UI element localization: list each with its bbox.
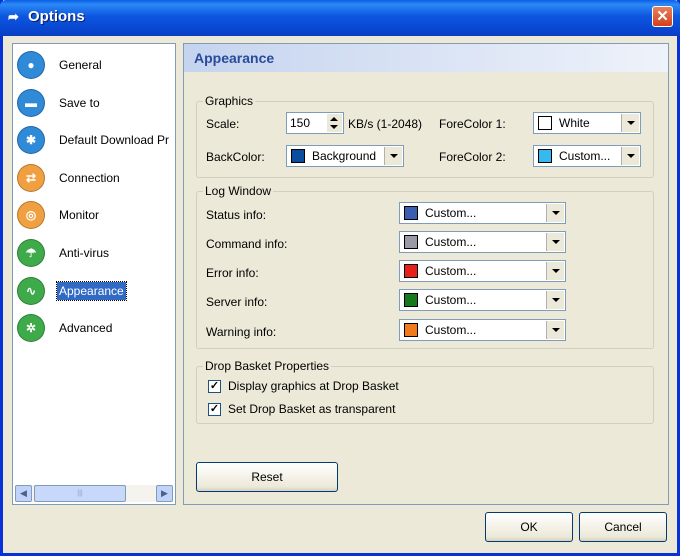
combo-value: Custom... xyxy=(425,264,477,278)
reset-button[interactable]: Reset xyxy=(196,462,338,492)
drop-basket-group: Drop Basket Properties ✓ Display graphic… xyxy=(196,359,654,424)
spin-arrows[interactable] xyxy=(327,114,342,132)
category-list[interactable]: ● General ▬ Save to ✱ Default Download P… xyxy=(12,43,176,505)
group-title: Graphics xyxy=(203,94,256,108)
chevron-down-icon[interactable] xyxy=(546,291,564,309)
combo-value: Custom... xyxy=(425,235,477,249)
status-info-label: Status info: xyxy=(206,208,267,222)
sidebar-item-save-to[interactable]: ▬ Save to xyxy=(17,87,102,119)
sidebar-item-label: Anti-virus xyxy=(59,246,110,260)
title-bar[interactable]: ➦ Options ✕ xyxy=(0,0,680,36)
chevron-down-icon[interactable] xyxy=(546,262,564,280)
scroll-left-button[interactable]: ◀ xyxy=(15,485,32,502)
sidebar-item-label: Advanced xyxy=(59,321,113,335)
status-info-select[interactable]: Custom... xyxy=(399,202,566,224)
display-graphics-label[interactable]: Display graphics at Drop Basket xyxy=(228,379,399,393)
appearance-icon: ∿ xyxy=(17,277,45,305)
transparent-label[interactable]: Set Drop Basket as transparent xyxy=(228,402,395,416)
connection-icon: ⇄ xyxy=(17,164,45,192)
forecolor2-label: ForeColor 2: xyxy=(439,150,506,164)
user-icon: ● xyxy=(17,51,45,79)
forecolor2-select[interactable]: Custom... xyxy=(533,145,641,167)
wheel-icon: ✲ xyxy=(17,314,45,342)
combo-value: Background xyxy=(312,149,377,163)
error-info-label: Error info: xyxy=(206,266,259,280)
transparent-checkbox[interactable]: ✓ xyxy=(208,403,221,416)
asterisk-icon: ✱ xyxy=(17,126,45,154)
sidebar-item-appearance[interactable]: ∿ Appearance xyxy=(17,275,127,307)
warning-info-label: Warning info: xyxy=(206,325,277,339)
chevron-down-icon[interactable] xyxy=(384,147,402,165)
color-swatch xyxy=(291,149,305,163)
forecolor1-label: ForeColor 1: xyxy=(439,117,506,131)
sidebar-item-advanced[interactable]: ✲ Advanced xyxy=(17,312,114,344)
color-swatch xyxy=(404,206,418,220)
chevron-down-icon[interactable] xyxy=(546,204,564,222)
spin-down-icon[interactable] xyxy=(330,125,338,129)
folder-icon: ▬ xyxy=(17,89,45,117)
color-swatch xyxy=(538,149,552,163)
combo-value: Custom... xyxy=(425,323,477,337)
scroll-right-button[interactable]: ▶ xyxy=(156,485,173,502)
umbrella-icon: ☂ xyxy=(17,239,45,267)
scale-label: Scale: xyxy=(206,117,240,131)
spin-up-icon[interactable] xyxy=(330,117,338,121)
forecolor1-select[interactable]: White xyxy=(533,112,641,134)
color-swatch xyxy=(404,235,418,249)
chevron-down-icon[interactable] xyxy=(546,321,564,339)
options-window: ➦ Options ✕ ● General ▬ Save to ✱ Defaul… xyxy=(0,0,680,556)
command-info-select[interactable]: Custom... xyxy=(399,231,566,253)
settings-panel: Appearance Graphics Scale: 150 KB/s (1-2… xyxy=(183,43,669,505)
color-swatch xyxy=(538,116,552,130)
error-info-select[interactable]: Custom... xyxy=(399,260,566,282)
group-title: Drop Basket Properties xyxy=(203,359,332,373)
color-swatch xyxy=(404,323,418,337)
server-info-label: Server info: xyxy=(206,295,268,309)
chevron-down-icon[interactable] xyxy=(621,114,639,132)
panel-title: Appearance xyxy=(194,50,275,66)
log-window-group: Log Window Status info: Custom... Comman… xyxy=(196,184,654,349)
horizontal-scrollbar[interactable]: ◀ ||| ▶ xyxy=(15,485,173,502)
sidebar-item-general[interactable]: ● General xyxy=(17,49,104,81)
sidebar-item-label: Save to xyxy=(59,96,100,110)
display-graphics-checkbox[interactable]: ✓ xyxy=(208,380,221,393)
sidebar-item-default-download[interactable]: ✱ Default Download Pr xyxy=(17,124,171,156)
warning-info-select[interactable]: Custom... xyxy=(399,319,566,341)
close-button[interactable]: ✕ xyxy=(652,6,673,27)
scroll-thumb[interactable]: ||| xyxy=(34,485,126,502)
scale-value: 150 xyxy=(290,116,311,130)
server-info-select[interactable]: Custom... xyxy=(399,289,566,311)
backcolor-label: BackColor: xyxy=(206,150,265,164)
app-icon: ➦ xyxy=(8,9,19,24)
monitor-icon: ◎ xyxy=(17,201,45,229)
combo-value: Custom... xyxy=(559,149,611,163)
sidebar-item-label: Connection xyxy=(59,171,120,185)
backcolor-select[interactable]: Background xyxy=(286,145,404,167)
combo-value: White xyxy=(559,116,590,130)
graphics-group: Graphics Scale: 150 KB/s (1-2048) ForeCo… xyxy=(196,94,654,178)
sidebar-item-label: Default Download Pr xyxy=(59,133,170,147)
ok-button[interactable]: OK xyxy=(485,512,573,542)
sidebar-item-monitor[interactable]: ◎ Monitor xyxy=(17,199,101,231)
scale-spinner[interactable]: 150 xyxy=(286,112,344,134)
sidebar-item-connection[interactable]: ⇄ Connection xyxy=(17,162,122,194)
sidebar-item-label: General xyxy=(59,58,102,72)
chevron-down-icon[interactable] xyxy=(621,147,639,165)
sidebar-item-anti-virus[interactable]: ☂ Anti-virus xyxy=(17,237,111,269)
combo-value: Custom... xyxy=(425,293,477,307)
panel-header: Appearance xyxy=(184,44,668,72)
command-info-label: Command info: xyxy=(206,237,288,251)
combo-value: Custom... xyxy=(425,206,477,220)
scale-unit: KB/s (1-2048) xyxy=(348,117,423,131)
sidebar-item-label: Appearance xyxy=(56,281,127,301)
color-swatch xyxy=(404,293,418,307)
group-title: Log Window xyxy=(203,184,274,198)
sidebar-item-label: Monitor xyxy=(59,208,100,222)
window-title: Options xyxy=(28,8,85,25)
color-swatch xyxy=(404,264,418,278)
cancel-button[interactable]: Cancel xyxy=(579,512,667,542)
chevron-down-icon[interactable] xyxy=(546,233,564,251)
